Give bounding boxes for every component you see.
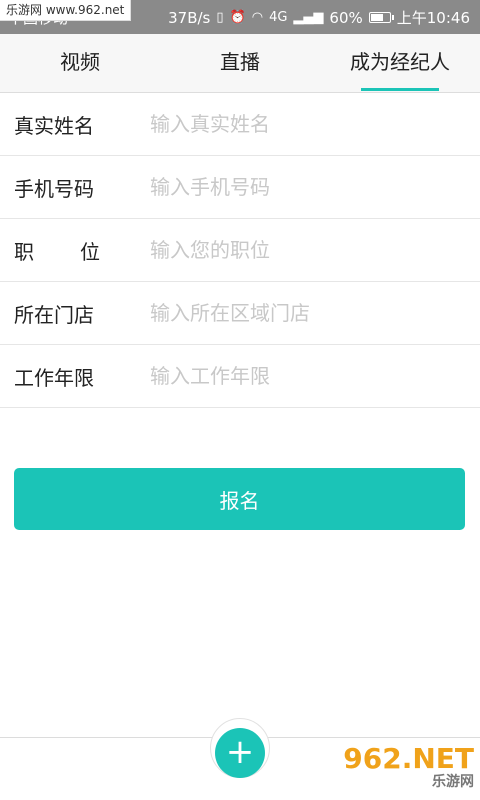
add-button[interactable]: +	[215, 728, 265, 778]
register-button[interactable]: 报名	[14, 468, 465, 530]
vibrate-icon: ▯	[216, 9, 224, 25]
experience-input[interactable]	[148, 363, 452, 389]
phone-label: 手机号码	[14, 176, 94, 201]
battery-percent: 60%	[329, 8, 363, 27]
status-right: 37B/s ▯ ⏰ ◠ 4G ▂▄▆ 60% 上午10:46	[168, 7, 470, 28]
name-label: 真实姓名	[14, 113, 94, 138]
form-row-position: 职 位	[0, 219, 480, 282]
watermark-top: 乐游网 www.962.net	[0, 0, 132, 21]
network-badge: 4G	[269, 9, 288, 25]
position-label: 职 位	[14, 236, 100, 265]
form-row-experience: 工作年限	[0, 345, 480, 408]
position-label-char-1: 职	[14, 239, 34, 264]
form-row-store: 所在门店	[0, 282, 480, 345]
network-speed: 37B/s	[168, 8, 211, 27]
battery-icon	[368, 12, 394, 23]
signal-icon: ▂▄▆	[293, 9, 324, 25]
position-label-char-2: 位	[80, 239, 100, 264]
phone-input[interactable]	[148, 174, 452, 200]
tab-video[interactable]: 视频	[0, 34, 160, 92]
wifi-icon: ◠	[251, 9, 264, 25]
watermark-logo-subtext: 乐游网	[432, 774, 474, 790]
position-input[interactable]	[148, 237, 452, 263]
plus-icon: +	[225, 732, 255, 772]
top-tabs: 视频 直播 成为经纪人	[0, 34, 480, 93]
form-row-phone: 手机号码	[0, 156, 480, 219]
store-input[interactable]	[148, 300, 452, 326]
tab-live[interactable]: 直播	[160, 34, 320, 92]
watermark-bottom: 962.NET 乐游网	[343, 742, 474, 794]
store-label: 所在门店	[14, 302, 94, 327]
alarm-icon: ⏰	[229, 9, 246, 25]
name-input[interactable]	[148, 111, 452, 137]
watermark-logo-text: 962.NET	[343, 742, 474, 775]
tab-become-agent[interactable]: 成为经纪人	[320, 34, 480, 92]
agent-form: 真实姓名 手机号码 职 位 所在门店 工作年限	[0, 93, 480, 408]
experience-label: 工作年限	[14, 365, 94, 390]
clock: 上午10:46	[396, 9, 470, 27]
form-row-name: 真实姓名	[0, 93, 480, 156]
